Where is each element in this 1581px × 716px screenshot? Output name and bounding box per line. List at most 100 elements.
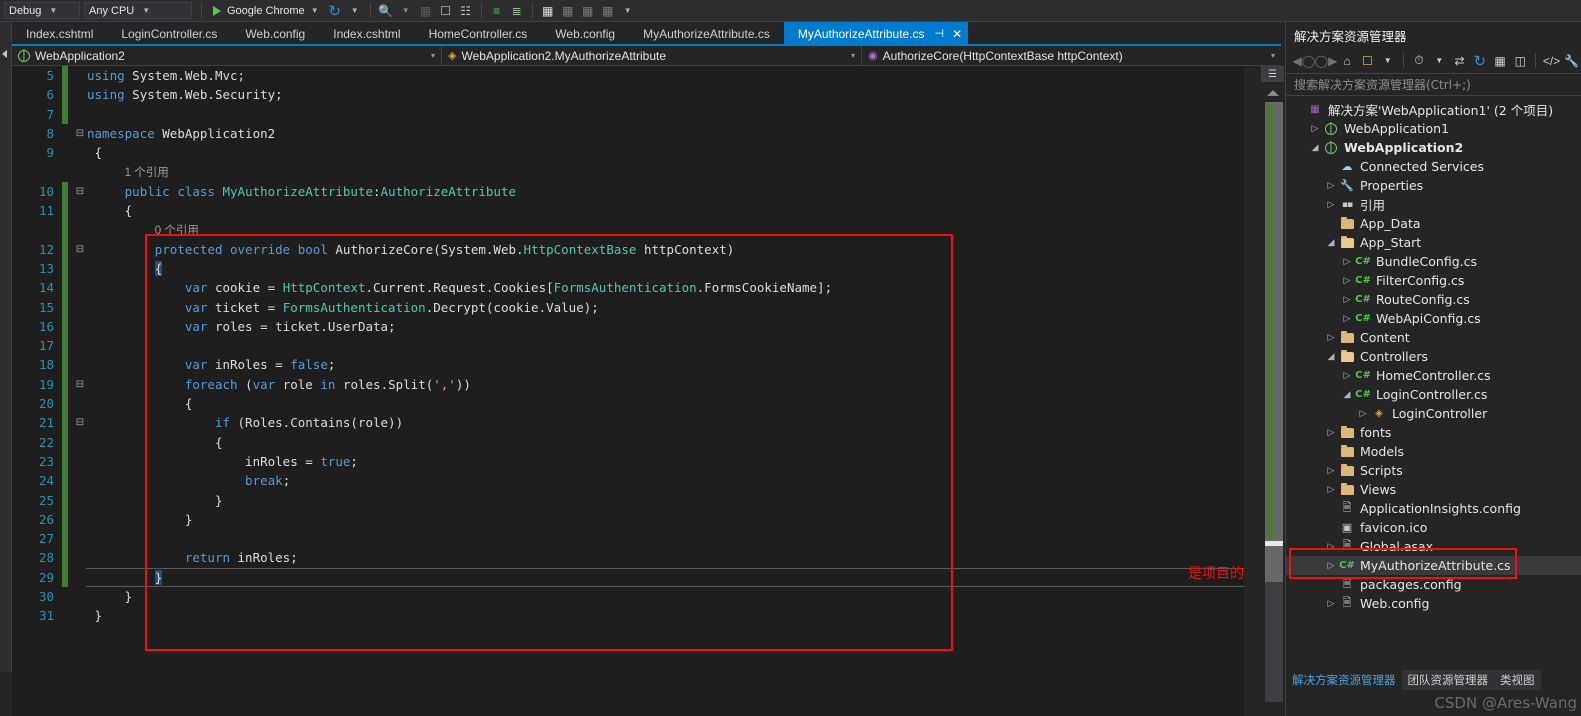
scroll-up-icon[interactable] [1267,90,1279,96]
chevron-down-icon[interactable]: ▼ [1379,51,1397,71]
editor-vertical-scrollbar[interactable]: ☰ [1260,66,1285,716]
chevron-right-icon[interactable]: ▷ [1324,485,1338,495]
pending-changes-icon[interactable]: ⏱ [1410,51,1428,71]
code-line[interactable]: 11 { [12,201,1244,221]
solution-tree-item[interactable]: App_Data [1286,214,1581,233]
chevron-right-icon[interactable]: ▷ [1308,124,1322,134]
code-line[interactable]: 8 ⊟ namespace WebApplication2 [12,124,1244,143]
solution-tree-item[interactable]: ▷ C# BundleConfig.cs [1286,252,1581,271]
code-line[interactable]: 26 } [12,509,1244,530]
chevron-down-icon[interactable]: ▼ [345,1,365,21]
wrench-properties-icon[interactable]: 🔧 [1563,51,1581,71]
solution-tree-item[interactable]: ▷ C# WebApiConfig.cs [1286,309,1581,328]
solution-tree-item[interactable]: ▷ ▪▪ 引用 [1286,195,1581,214]
chevron-right-icon[interactable]: ▷ [1324,466,1338,476]
code-line[interactable]: 10 ⊟ public class MyAuthorizeAttribute:Au… [12,181,1244,202]
solution-tree-item[interactable]: ▷ Content [1286,328,1581,347]
code-line[interactable]: 15 var ticket = FormsAuthentication.Decr… [12,297,1244,317]
show-all-files-icon[interactable]: ⇄ [1450,51,1468,71]
solution-tree-item[interactable]: ◢ WebApplication2 [1286,138,1581,157]
collapse-region-icon[interactable]: ⊟ [73,413,87,432]
code-line[interactable]: 7 [12,104,1244,124]
solution-tree-item[interactable]: ▷ fonts [1286,423,1581,442]
home-icon[interactable]: ⌂ [1338,51,1356,71]
editor-tab[interactable]: MyAuthorizeAttribute.cs ⊣ ✕ [783,22,969,45]
solution-tree-item[interactable]: ▷ C# FilterConfig.cs [1286,271,1581,290]
platform-combo[interactable]: Any CPU ▼ [84,2,192,19]
solution-tree-item[interactable]: ◢ Controllers [1286,347,1581,366]
editor-tab[interactable]: HomeController.cs [415,22,542,45]
collapse-region-icon[interactable]: ⊟ [73,182,87,201]
code-line[interactable]: 12 ⊟ protected override bool AuthorizeCor… [12,239,1244,259]
solution-tree-item[interactable]: ☁ Connected Services [1286,157,1581,176]
code-line[interactable]: 20 { [12,394,1244,414]
view-code-icon[interactable]: </> [1542,51,1560,71]
code-line[interactable]: 21 ⊟ if (Roles.Contains(role)) [12,413,1244,433]
code-editor[interactable]: 5 using System.Web.Mvc; 6 using System.Web.… [12,66,1244,716]
split-view-icon[interactable]: ☰ [1261,66,1284,82]
refresh-icon[interactable]: ↻ [325,1,345,21]
editor-tab[interactable]: MyAuthorizeAttribute.cs [629,22,784,45]
solution-tree-item[interactable]: ▷ Views [1286,480,1581,499]
code-line[interactable]: 22 { [12,432,1244,452]
editor-tab[interactable]: Index.cshtml [319,22,414,45]
collapse-region-icon[interactable]: ⊟ [73,240,87,259]
solution-tree-item[interactable]: ▷ C# HomeController.cs [1286,366,1581,385]
comment-icon[interactable]: ☐ [436,1,456,21]
solution-tree-item[interactable]: ◢ C# LoginController.cs [1286,385,1581,404]
chevron-right-icon[interactable]: ▷ [1340,295,1354,305]
code-line[interactable]: 24 break; [12,471,1244,491]
search-icon[interactable]: 🔍 [376,1,396,21]
code-line[interactable]: 29 } [12,567,1244,588]
solution-tree-item[interactable]: ▷ WebApplication1 [1286,119,1581,138]
bookmark-icon[interactable]: ▦ [538,1,558,21]
chevron-right-icon[interactable]: ▷ [1324,181,1338,191]
solution-tree-item[interactable]: ▷ 🗎 Global.asax [1286,537,1581,556]
solution-tree-item[interactable]: ◢ App_Start [1286,233,1581,252]
solution-tree[interactable]: ▦ 解决方案'WebApplication1' (2 个项目) ▷ WebApplic… [1286,96,1581,613]
solution-tree-item[interactable]: ▷ Scripts [1286,461,1581,480]
code-line[interactable]: 30 } [12,587,1244,606]
next-bookmark-icon[interactable]: ▦ [578,1,598,21]
chevron-right-icon[interactable]: ▷ [1340,257,1354,267]
chevron-down-icon[interactable]: ▼ [396,1,416,21]
collapse-region-icon[interactable]: ⊟ [73,124,87,143]
chevron-right-icon[interactable]: ▷ [1324,599,1338,609]
editor-tab[interactable]: Index.cshtml [12,22,107,45]
chevron-right-icon[interactable]: ▷ [1324,428,1338,438]
code-lines-container[interactable]: 5 using System.Web.Mvc; 6 using System.Web.… [12,66,1244,716]
solution-tree-item[interactable]: ▷ 🗎 Web.config [1286,594,1581,613]
solution-tree-item[interactable]: Models [1286,442,1581,461]
code-line[interactable]: 0 个引用 [12,220,1244,240]
solution-tree-item[interactable]: 🗎 ApplicationInsights.config [1286,499,1581,518]
chevron-down-icon[interactable]: ◢ [1324,352,1338,362]
code-line[interactable]: 6 using System.Web.Security; [12,85,1244,105]
configuration-combo[interactable]: Debug ▼ [4,2,80,19]
chevron-down-icon[interactable]: ◢ [1324,238,1338,248]
play-icon[interactable] [207,1,227,21]
chevron-down-icon[interactable]: ◢ [1308,143,1322,153]
code-line[interactable]: 9 { [12,143,1244,162]
editor-tab[interactable]: Web.config [231,22,319,45]
chevron-right-icon[interactable]: ▷ [1340,276,1354,286]
solution-tree-item[interactable]: ▣ favicon.ico [1286,518,1581,537]
code-line[interactable]: 27 [12,529,1244,549]
collapse-all-icon[interactable]: ▦ [1491,51,1509,71]
code-line[interactable]: 23 inRoles = true; [12,451,1244,472]
pin-tab-icon[interactable]: ⊣ [935,27,945,40]
solution-explorer-search-input[interactable]: 搜索解决方案资源管理器(Ctrl+;) [1286,74,1581,96]
chevron-right-icon[interactable]: ▷ [1324,200,1338,210]
code-line[interactable]: 31 } [12,606,1244,625]
chevron-down-icon[interactable]: ▼ [1430,51,1448,71]
editor-tab[interactable]: LoginController.cs [107,22,231,45]
panel-tab[interactable]: 类视图 [1494,670,1541,690]
code-line[interactable]: 19 ⊟ foreach (var role in roles.Split(','… [12,374,1244,395]
properties-icon[interactable]: ◫ [1511,51,1529,71]
code-line[interactable]: 5 using System.Web.Mvc; [12,66,1244,86]
chevron-down-icon[interactable]: ◢ [1340,390,1354,400]
expand-panel-icon[interactable] [2,50,7,58]
solution-tree-item[interactable]: ▷ ◈ LoginController [1286,404,1581,423]
code-line[interactable]: 18 var inRoles = false; [12,355,1244,375]
code-line[interactable]: 25 } [12,490,1244,510]
sync-active-document-icon[interactable]: ☐ [1358,51,1376,71]
